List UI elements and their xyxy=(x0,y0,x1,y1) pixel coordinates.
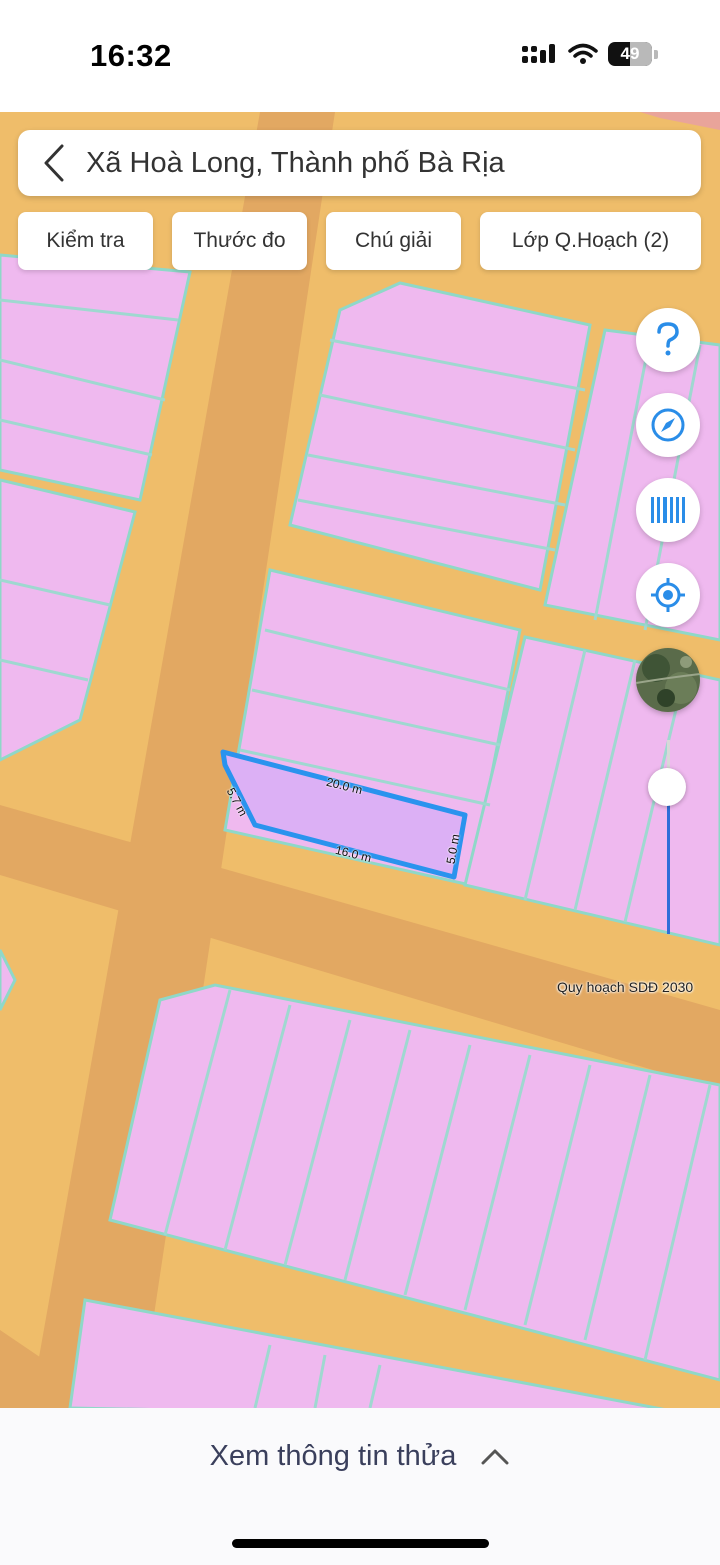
ruler-chip[interactable]: Thước đo xyxy=(172,212,307,270)
help-button[interactable] xyxy=(636,308,700,372)
compass-button[interactable] xyxy=(636,393,700,457)
planning-layer-label: Quy hoạch SDĐ 2030 xyxy=(557,979,694,995)
ruler-chip-label: Thước đo xyxy=(193,229,286,252)
status-icons: 49 xyxy=(522,42,658,66)
battery-level: 49 xyxy=(620,44,640,63)
opacity-slider-fill xyxy=(667,788,670,934)
map-canvas[interactable] xyxy=(0,112,720,1408)
chevron-up-icon xyxy=(481,1449,509,1465)
location-title: Xã Hoà Long, Thành phố Bà Rịa xyxy=(86,146,505,179)
home-indicator xyxy=(232,1539,489,1548)
status-bar: 16:32 49 xyxy=(0,0,720,112)
signal-icon xyxy=(522,44,555,63)
satellite-layer-button[interactable] xyxy=(636,648,700,712)
planning-layer-chip[interactable]: Lớp Q.Hoạch (2) xyxy=(480,212,701,270)
check-chip-label: Kiểm tra xyxy=(46,229,125,252)
check-chip[interactable]: Kiểm tra xyxy=(18,212,153,270)
barcode-button[interactable] xyxy=(636,478,700,542)
toolbar-chips: Kiểm tra Thước đo Chú giải Lớp Q.Hoạch (… xyxy=(18,212,702,272)
compass-icon xyxy=(651,408,685,442)
opacity-slider-thumb[interactable] xyxy=(648,768,686,806)
map-view[interactable]: 20.0 m 5.7 m 16.0 m 5.0 m xyxy=(0,112,720,1408)
legend-chip-label: Chú giải xyxy=(354,229,433,252)
status-time: 16:32 xyxy=(90,38,172,73)
planning-layer-chip-label: Lớp Q.Hoạch (2) xyxy=(511,229,670,252)
parcel-info-button[interactable]: Xem thông tin thửa xyxy=(0,1428,720,1484)
battery-cap xyxy=(654,49,658,59)
locate-button[interactable] xyxy=(636,563,700,627)
satellite-thumbnail xyxy=(636,648,700,712)
back-button[interactable] xyxy=(24,130,84,196)
location-search-bar[interactable]: Xã Hoà Long, Thành phố Bà Rịa xyxy=(18,130,701,196)
wifi-icon xyxy=(568,43,598,64)
question-icon xyxy=(657,322,679,356)
battery-icon: 49 xyxy=(608,42,652,66)
parcel-info-label: Xem thông tin thửa xyxy=(209,1439,457,1472)
barcode-icon xyxy=(651,497,685,523)
legend-chip[interactable]: Chú giải xyxy=(326,212,461,270)
locate-icon xyxy=(651,578,685,612)
chevron-left-icon xyxy=(44,144,64,182)
